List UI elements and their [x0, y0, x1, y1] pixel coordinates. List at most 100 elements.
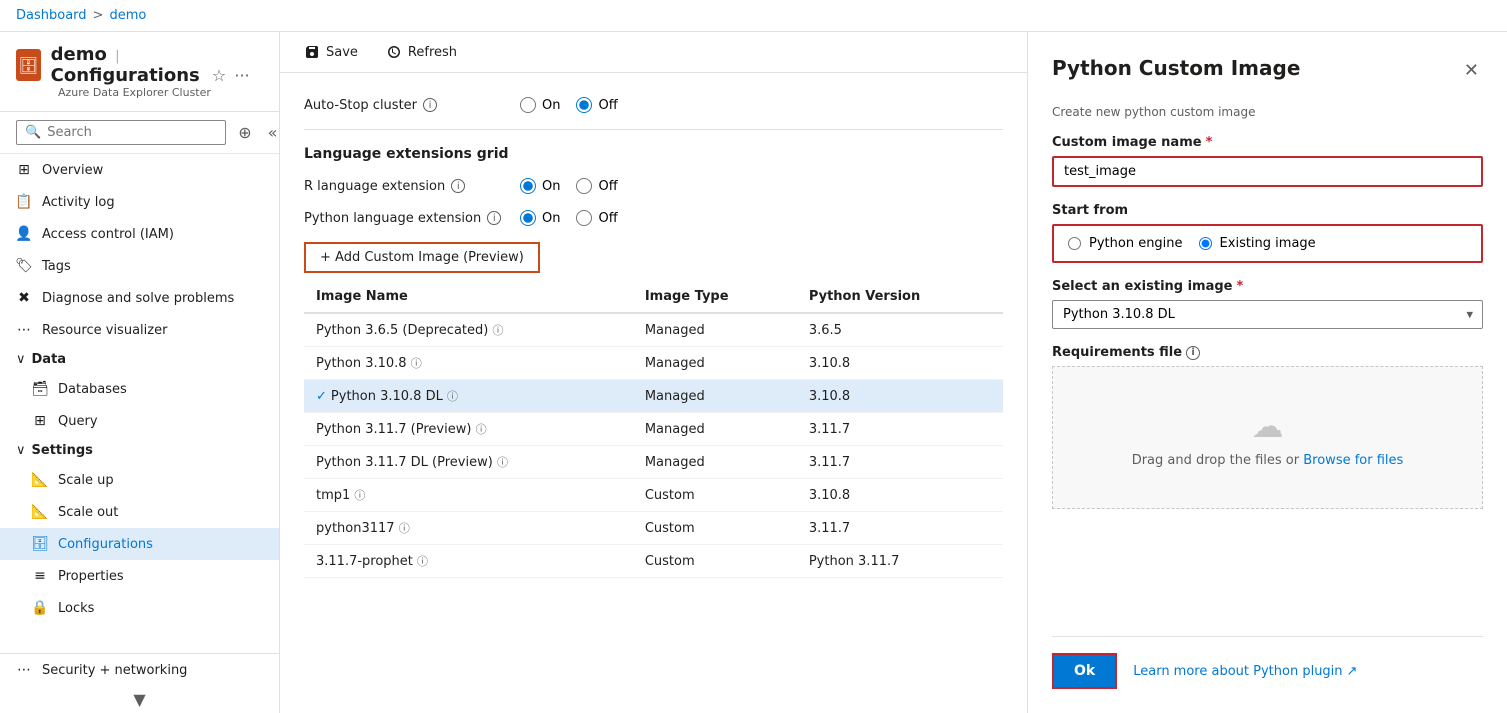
custom-image-name-label: Custom image name * [1052, 135, 1483, 150]
sidebar-item-activity-log[interactable]: 📋 Activity log [0, 186, 279, 218]
r-extension-info-icon[interactable]: i [451, 179, 465, 193]
checkmark-icon: ✓ [316, 389, 327, 404]
sidebar-item-scale-up[interactable]: 📐 Scale up [0, 464, 279, 496]
info-icon[interactable]: ⓘ [447, 390, 458, 403]
info-icon[interactable]: ⓘ [411, 357, 422, 370]
refresh-button[interactable]: Refresh [378, 40, 465, 64]
favorite-star-icon[interactable]: ☆ [212, 66, 226, 85]
sidebar-item-resource-visualizer[interactable]: ⋯ Resource visualizer [0, 314, 279, 346]
python-engine-option[interactable]: Python engine [1068, 236, 1183, 251]
databases-icon: 🗃 [32, 381, 48, 397]
activity-log-icon: 📋 [16, 194, 32, 210]
autostop-on-radio[interactable] [520, 97, 536, 113]
sidebar-item-overview[interactable]: ⊞ Overview [0, 154, 279, 186]
cell-python-version: 3.11.7 [797, 512, 1003, 545]
sidebar-item-label: Overview [42, 163, 103, 178]
table-row[interactable]: ✓Python 3.10.8 DL ⓘManaged3.10.8 [304, 380, 1003, 413]
info-icon[interactable]: ⓘ [417, 555, 428, 568]
sidebar-item-label: Diagnose and solve problems [42, 291, 234, 306]
add-custom-image-button[interactable]: + Add Custom Image (Preview) [304, 242, 540, 273]
table-row[interactable]: tmp1 ⓘCustom3.10.8 [304, 479, 1003, 512]
python-custom-image-panel: Python Custom Image ✕ Create new python … [1027, 32, 1507, 713]
panel-close-button[interactable]: ✕ [1460, 56, 1483, 85]
python-extension-info-icon[interactable]: i [487, 211, 501, 225]
browse-files-link[interactable]: Browse for files [1303, 453, 1403, 468]
table-row[interactable]: Python 3.11.7 DL (Preview) ⓘManaged3.11.… [304, 446, 1003, 479]
requirements-info-icon[interactable]: i [1186, 346, 1200, 360]
sidebar-item-properties[interactable]: ≡ Properties [0, 560, 279, 592]
info-icon[interactable]: ⓘ [492, 324, 503, 337]
collapse-sidebar-icon[interactable]: « [264, 121, 280, 144]
autostop-off-option[interactable]: Off [576, 97, 617, 113]
r-on-option[interactable]: On [520, 178, 560, 194]
existing-image-option[interactable]: Existing image [1199, 236, 1316, 251]
sidebar-item-query[interactable]: ⊞ Query [0, 405, 279, 437]
sidebar-item-diagnose[interactable]: ✖ Diagnose and solve problems [0, 282, 279, 314]
file-drop-cloud-icon: ☁ [1077, 407, 1458, 445]
sidebar-item-databases[interactable]: 🗃 Databases [0, 373, 279, 405]
sidebar-item-scale-out[interactable]: 📐 Scale out [0, 496, 279, 528]
table-row[interactable]: Python 3.10.8 ⓘManaged3.10.8 [304, 347, 1003, 380]
python-off-radio[interactable] [576, 210, 592, 226]
info-icon[interactable]: ⓘ [476, 423, 487, 436]
sidebar-item-locks[interactable]: 🔒 Locks [0, 592, 279, 624]
required-marker: * [1206, 135, 1213, 150]
python-on-radio[interactable] [520, 210, 536, 226]
python-on-label: On [542, 211, 560, 226]
ok-button[interactable]: Ok [1052, 653, 1117, 689]
sidebar-item-label: Databases [58, 382, 127, 397]
select-existing-group: Select an existing image * Python 3.10.8… [1052, 279, 1483, 329]
info-icon[interactable]: ⓘ [354, 489, 365, 502]
sidebar-item-security-networking[interactable]: ⋯ Security + networking [0, 654, 279, 686]
start-from-group: Start from Python engine Existing image [1052, 203, 1483, 263]
settings-section-header[interactable]: ∨ Settings [0, 437, 279, 464]
learn-more-label: Learn more about Python plugin [1133, 664, 1342, 679]
refresh-icon [386, 44, 402, 60]
file-drop-zone[interactable]: ☁ Drag and drop the files or Browse for … [1052, 366, 1483, 509]
breadcrumb-dashboard[interactable]: Dashboard [16, 8, 87, 23]
search-input[interactable] [47, 125, 217, 140]
learn-more-link[interactable]: Learn more about Python plugin ↗ [1133, 664, 1357, 679]
table-row[interactable]: python3117 ⓘCustom3.11.7 [304, 512, 1003, 545]
breadcrumb-current[interactable]: demo [109, 8, 146, 23]
more-options-icon[interactable]: ··· [234, 66, 249, 85]
table-row[interactable]: Python 3.11.7 (Preview) ⓘManaged3.11.7 [304, 413, 1003, 446]
save-button[interactable]: Save [296, 40, 366, 64]
python-on-option[interactable]: On [520, 210, 560, 226]
sidebar-item-configurations[interactable]: 🗄 Configurations [0, 528, 279, 560]
sidebar-header: 🗄 demo | Configurations ☆ ··· Azure Data… [0, 32, 279, 112]
scale-up-icon: 📐 [32, 472, 48, 488]
table-row[interactable]: 3.11.7-prophet ⓘCustomPython 3.11.7 [304, 545, 1003, 578]
info-icon[interactable]: ⓘ [399, 522, 410, 535]
autostop-off-label: Off [598, 98, 617, 113]
existing-image-select[interactable]: Python 3.10.8 DL [1052, 300, 1483, 329]
main-content: Save Refresh Auto-Stop cluster i On [280, 32, 1027, 713]
autostop-info-icon[interactable]: i [423, 98, 437, 112]
r-off-option[interactable]: Off [576, 178, 617, 194]
sidebar-item-iam[interactable]: 👤 Access control (IAM) [0, 218, 279, 250]
info-icon[interactable]: ⓘ [497, 456, 508, 469]
python-engine-radio[interactable] [1068, 237, 1081, 250]
autostop-off-radio[interactable] [576, 97, 592, 113]
r-off-radio[interactable] [576, 178, 592, 194]
data-section-header[interactable]: ∨ Data [0, 346, 279, 373]
panel-create-label: Create new python custom image [1052, 105, 1483, 119]
cell-image-type: Custom [633, 479, 797, 512]
cell-image-name: Python 3.11.7 DL (Preview) ⓘ [304, 446, 633, 479]
cell-python-version: 3.10.8 [797, 347, 1003, 380]
divider-1 [304, 129, 1003, 130]
autostop-radio-group: On Off [520, 97, 618, 113]
sidebar-bottom: ⋯ Security + networking ▼ [0, 653, 279, 713]
existing-image-radio[interactable] [1199, 237, 1212, 250]
expand-icon[interactable]: ⊕ [234, 121, 255, 144]
python-off-option[interactable]: Off [576, 210, 617, 226]
table-row[interactable]: Python 3.6.5 (Deprecated) ⓘManaged3.6.5 [304, 313, 1003, 347]
sidebar-item-tags[interactable]: 🏷 Tags [0, 250, 279, 282]
image-table-container: Image Name Image Type Python Version Pyt… [304, 281, 1003, 578]
custom-image-name-input[interactable] [1052, 156, 1483, 187]
autostop-on-option[interactable]: On [520, 97, 560, 113]
cell-image-type: Managed [633, 347, 797, 380]
r-on-radio[interactable] [520, 178, 536, 194]
scroll-down-arrow-icon: ▼ [133, 690, 145, 709]
cell-image-type: Managed [633, 413, 797, 446]
